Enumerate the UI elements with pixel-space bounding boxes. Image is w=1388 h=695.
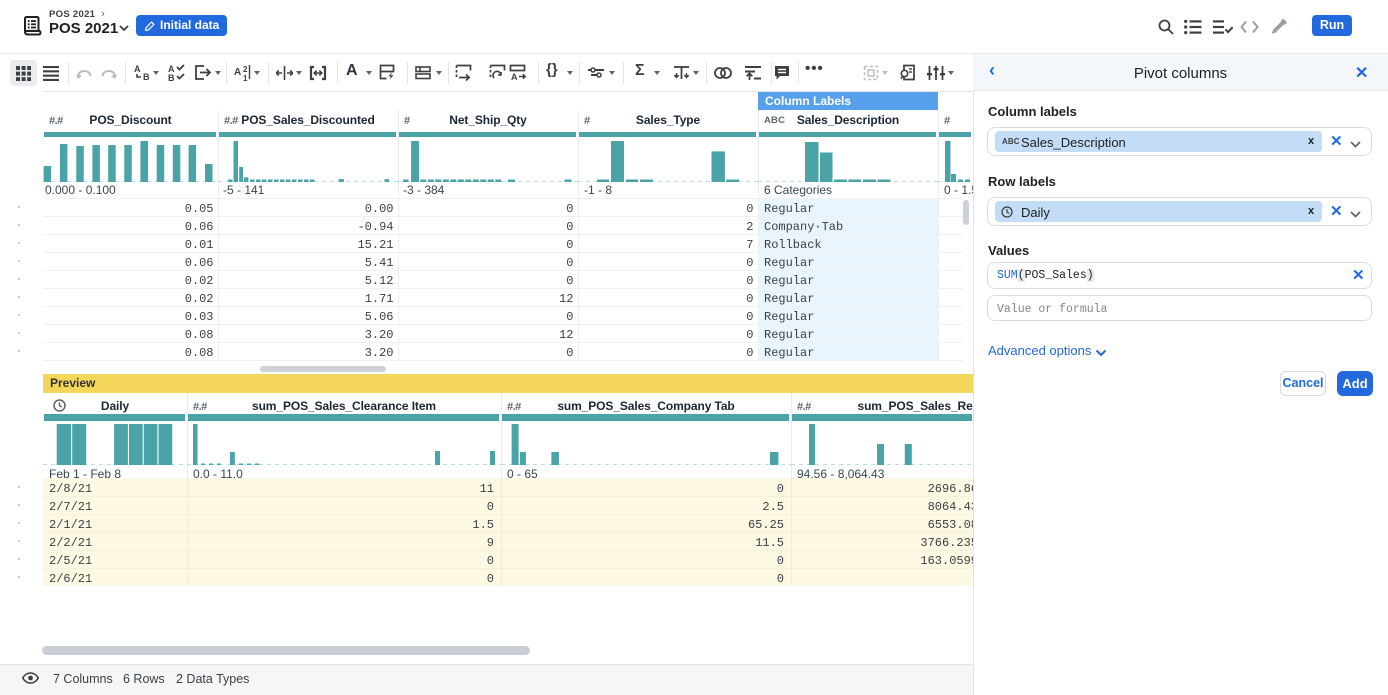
svg-text:1: 1 xyxy=(243,74,248,82)
svg-text:B: B xyxy=(168,73,175,82)
svg-text:B: B xyxy=(143,72,150,81)
svg-text:A: A xyxy=(511,72,518,82)
svg-text:A: A xyxy=(234,67,241,78)
svg-text:A: A xyxy=(134,64,141,74)
svg-text:2: 2 xyxy=(243,65,248,74)
